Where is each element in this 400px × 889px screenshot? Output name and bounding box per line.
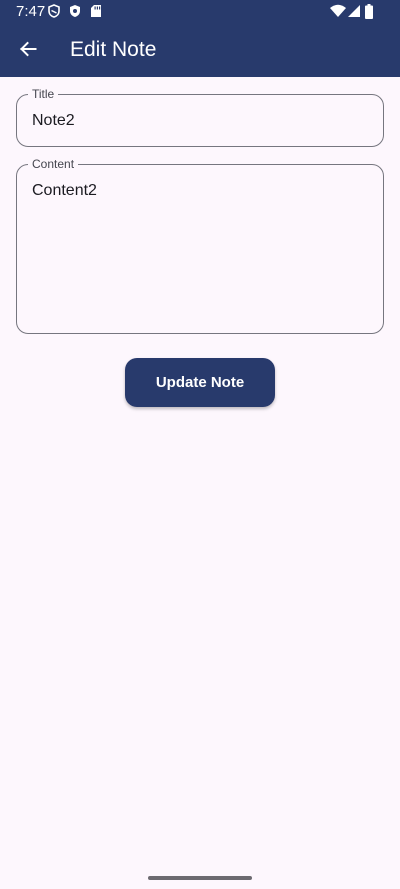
page-title: Edit Note	[70, 38, 157, 61]
content-field[interactable]: Content Content2	[16, 157, 384, 334]
update-note-button[interactable]: Update Note	[125, 358, 275, 407]
top-bar: 7:47 Edit Note	[0, 0, 400, 77]
title-field[interactable]: Title Note2	[16, 87, 384, 147]
sd-card-icon	[91, 5, 101, 17]
battery-icon	[365, 4, 373, 19]
title-field-label: Title	[28, 87, 59, 101]
shield-filled-icon	[70, 5, 80, 17]
app-bar: Edit Note	[0, 24, 400, 77]
status-bar: 7:47	[0, 0, 400, 24]
content-field-label: Content	[28, 157, 79, 171]
content-field-value: Content2	[32, 182, 97, 199]
signal-icon	[348, 5, 360, 17]
home-indicator[interactable]	[148, 876, 252, 880]
status-time: 7:47	[16, 3, 46, 20]
shield-outline-icon	[48, 4, 60, 18]
back-button[interactable]	[12, 31, 44, 67]
title-field-value: Note2	[32, 112, 75, 129]
arrow-left-icon	[20, 41, 37, 57]
wifi-icon	[330, 4, 346, 17]
